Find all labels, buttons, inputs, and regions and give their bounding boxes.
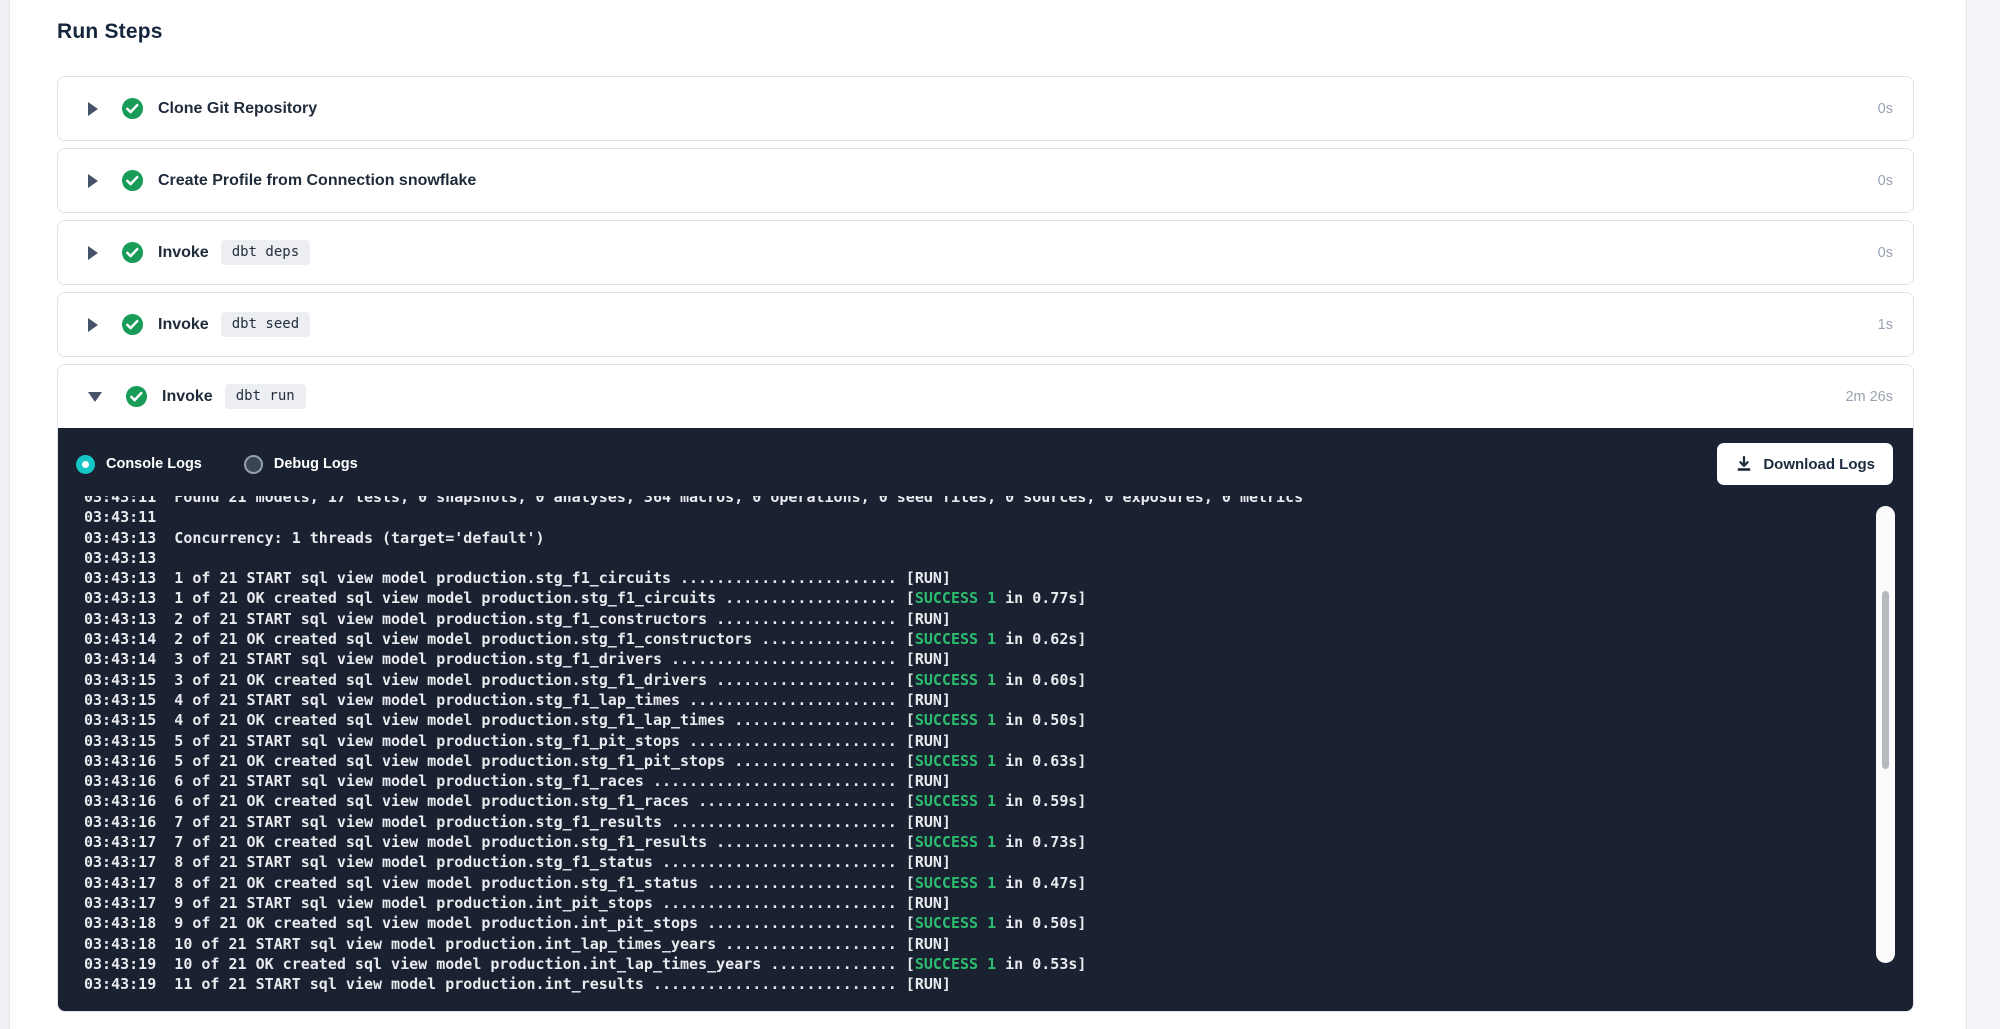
log-line: 03:43:13 <box>84 548 1853 568</box>
run-step-row-dbt-seed[interactable]: Invoke dbt seed 1s <box>58 293 1913 356</box>
step-duration: 0s <box>1878 101 1893 117</box>
page-title: Run Steps <box>57 20 1914 44</box>
log-line: 03:43:16 6 of 21 OK created sql view mod… <box>84 791 1853 811</box>
radio-debug-logs[interactable]: Debug Logs <box>244 455 358 474</box>
log-line: 03:43:19 10 of 21 OK created sql view mo… <box>84 954 1853 974</box>
log-line: 03:43:14 2 of 21 OK created sql view mod… <box>84 629 1853 649</box>
run-step-card-dbt-run: Invoke dbt run 2m 26s Console Logs Debug… <box>57 364 1914 1012</box>
download-icon <box>1735 455 1753 473</box>
console-scrollbar-thumb[interactable] <box>1882 591 1889 769</box>
step-label: Invoke <box>158 244 209 262</box>
log-line: 03:43:13 2 of 21 START sql view model pr… <box>84 609 1853 629</box>
success-check-icon <box>121 97 144 120</box>
log-success-status: SUCCESS 1 <box>915 792 996 810</box>
log-line: 03:43:13 1 of 21 OK created sql view mod… <box>84 588 1853 608</box>
run-steps-page: Run Steps Clone Git Repository 0s Create… <box>0 0 2000 1029</box>
log-line: 03:43:15 3 of 21 OK created sql view mod… <box>84 670 1853 690</box>
log-success-status: SUCCESS 1 <box>915 833 996 851</box>
console-scrollbar-track[interactable] <box>1876 506 1895 963</box>
run-step-card-dbt-deps: Invoke dbt deps 0s <box>57 220 1914 285</box>
download-logs-label: Download Logs <box>1763 456 1875 473</box>
step-label: Clone Git Repository <box>158 100 317 118</box>
log-success-status: SUCCESS 1 <box>915 955 996 973</box>
log-line: 03:43:18 10 of 21 START sql view model p… <box>84 934 1853 954</box>
log-line: 03:43:19 11 of 21 START sql view model p… <box>84 974 1853 994</box>
log-success-status: SUCCESS 1 <box>915 752 996 770</box>
success-check-icon <box>121 313 144 336</box>
chevron-right-icon[interactable] <box>88 246 98 260</box>
run-step-row-create-profile[interactable]: Create Profile from Connection snowflake… <box>58 149 1913 212</box>
console-log-panel: Console Logs Debug Logs Download Logs <box>58 428 1913 1011</box>
log-success-status: SUCCESS 1 <box>915 630 996 648</box>
step-duration: 2m 26s <box>1845 389 1893 405</box>
log-line: 03:43:17 8 of 21 START sql view model pr… <box>84 852 1853 872</box>
console-header: Console Logs Debug Logs Download Logs <box>58 428 1913 492</box>
success-check-icon <box>121 241 144 264</box>
chevron-right-icon[interactable] <box>88 174 98 188</box>
radio-debug-logs-label[interactable]: Debug Logs <box>274 456 358 472</box>
log-line: 03:43:16 5 of 21 OK created sql view mod… <box>84 751 1853 771</box>
log-success-status: SUCCESS 1 <box>915 589 996 607</box>
log-line: 03:43:13 Concurrency: 1 threads (target=… <box>84 528 1853 548</box>
step-command-pill: dbt run <box>225 384 306 409</box>
left-gutter <box>0 0 10 1029</box>
success-check-icon <box>125 385 148 408</box>
chevron-right-icon[interactable] <box>88 318 98 332</box>
step-duration: 0s <box>1878 245 1893 261</box>
download-logs-button[interactable]: Download Logs <box>1717 443 1893 485</box>
log-line: 03:43:18 9 of 21 OK created sql view mod… <box>84 913 1853 933</box>
step-duration: 0s <box>1878 173 1893 189</box>
chevron-down-icon[interactable] <box>88 392 102 402</box>
run-step-row-clone-git[interactable]: Clone Git Repository 0s <box>58 77 1913 140</box>
success-check-icon <box>121 169 144 192</box>
radio-unselected-icon[interactable] <box>244 455 263 474</box>
log-success-status: SUCCESS 1 <box>915 711 996 729</box>
log-line: 03:43:17 8 of 21 OK created sql view mod… <box>84 873 1853 893</box>
run-step-row-dbt-deps[interactable]: Invoke dbt deps 0s <box>58 221 1913 284</box>
console-log-view[interactable]: 03:43:11 Found 21 models, 17 tests, 0 sn… <box>84 496 1853 998</box>
chevron-right-icon[interactable] <box>88 102 98 116</box>
radio-console-logs-label[interactable]: Console Logs <box>106 456 202 472</box>
log-success-status: SUCCESS 1 <box>915 914 996 932</box>
log-line: 03:43:15 5 of 21 START sql view model pr… <box>84 731 1853 751</box>
step-command-pill: dbt seed <box>221 312 310 337</box>
log-line: 03:43:13 1 of 21 START sql view model pr… <box>84 568 1853 588</box>
run-step-row-dbt-run[interactable]: Invoke dbt run 2m 26s <box>58 365 1913 428</box>
radio-selected-icon[interactable] <box>76 455 95 474</box>
log-success-status: SUCCESS 1 <box>915 874 996 892</box>
step-label: Create Profile from Connection snowflake <box>158 172 476 190</box>
log-line: 03:43:11 <box>84 507 1853 527</box>
step-duration: 1s <box>1878 317 1893 333</box>
console-log-lines: 03:43:11 Found 21 models, 17 tests, 0 sn… <box>84 496 1853 994</box>
step-command-pill: dbt deps <box>221 240 310 265</box>
step-label: Invoke <box>158 316 209 334</box>
right-gutter <box>1966 0 2000 1029</box>
log-line: 03:43:17 7 of 21 OK created sql view mod… <box>84 832 1853 852</box>
log-line: 03:43:14 3 of 21 START sql view model pr… <box>84 649 1853 669</box>
run-steps-content: Run Steps Clone Git Repository 0s Create… <box>57 20 1914 1019</box>
log-line: 03:43:17 9 of 21 START sql view model pr… <box>84 893 1853 913</box>
log-line: 03:43:15 4 of 21 OK created sql view mod… <box>84 710 1853 730</box>
run-step-card-clone-git: Clone Git Repository 0s <box>57 76 1914 141</box>
log-line: 03:43:16 6 of 21 START sql view model pr… <box>84 771 1853 791</box>
log-line: 03:43:16 7 of 21 START sql view model pr… <box>84 812 1853 832</box>
log-line: 03:43:11 Found 21 models, 17 tests, 0 sn… <box>84 496 1853 507</box>
log-success-status: SUCCESS 1 <box>915 671 996 689</box>
radio-console-logs[interactable]: Console Logs <box>76 455 202 474</box>
run-step-card-create-profile: Create Profile from Connection snowflake… <box>57 148 1914 213</box>
log-line: 03:43:15 4 of 21 START sql view model pr… <box>84 690 1853 710</box>
run-step-card-dbt-seed: Invoke dbt seed 1s <box>57 292 1914 357</box>
step-label: Invoke <box>162 388 213 406</box>
